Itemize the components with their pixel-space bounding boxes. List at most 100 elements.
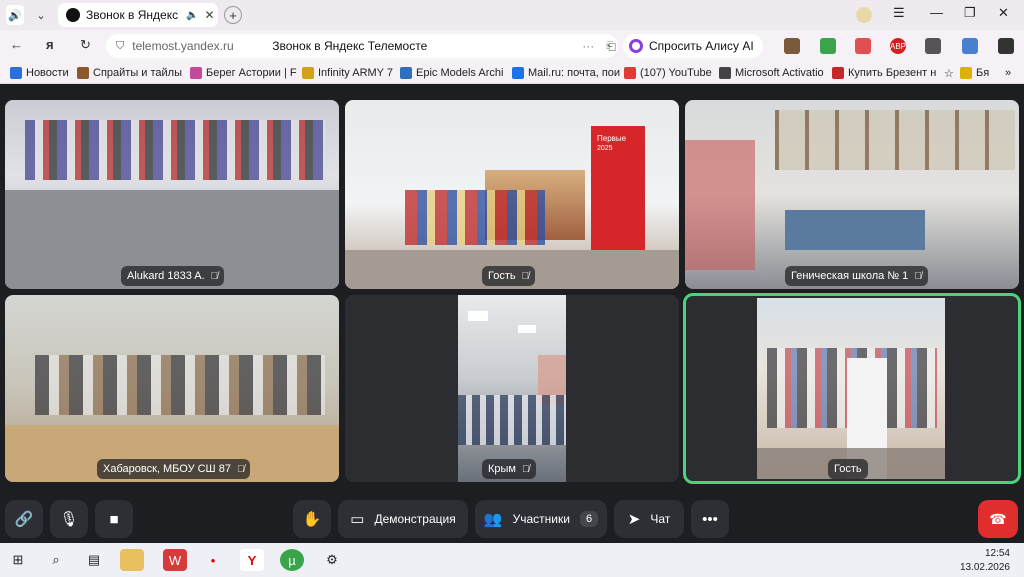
participant-name-badge: Гость xyxy=(828,459,868,479)
mic-muted-icon: 🎙̸ xyxy=(522,463,530,475)
bookmark-item[interactable]: Mail.ru: почта, пои xyxy=(512,66,620,80)
mic-muted-icon: 🎙̸ xyxy=(236,463,245,475)
minimize-icon[interactable]: — xyxy=(930,5,943,20)
bookmark-item[interactable]: Microsoft Activatio xyxy=(719,66,824,80)
yandex-browser-icon[interactable]: Y xyxy=(240,549,264,571)
bookmark-item[interactable]: Infinity ARMY 7 xyxy=(302,66,393,80)
banner-stand: Первые 2025 xyxy=(591,126,645,266)
bookmark-item[interactable]: Бя xyxy=(960,66,989,80)
chat-button[interactable]: ➤ Чат xyxy=(614,500,684,538)
windows-taskbar: ⊞ ⌕ ▤ W • Y µ ⚙ 12:54 13.02.2026 xyxy=(0,543,1024,577)
participant-video: Первые 2025 xyxy=(345,100,679,289)
bookmark-favicon-icon xyxy=(77,67,89,79)
end-call-button[interactable]: ☎ xyxy=(978,500,1018,538)
more-bookmarks-icon[interactable]: » xyxy=(1005,66,1011,80)
browser-menu-icon[interactable]: ☰ xyxy=(893,5,905,21)
raise-hand-button[interactable]: ✋ xyxy=(293,500,331,538)
extension-icon-5[interactable] xyxy=(925,38,941,54)
downloads-icon[interactable] xyxy=(998,38,1014,54)
restore-icon[interactable]: ❐ xyxy=(964,5,976,21)
wps-office-icon[interactable]: W xyxy=(163,549,187,571)
profile-avatar[interactable] xyxy=(856,7,872,23)
bookmark-item[interactable]: Купить Брезент н xyxy=(832,66,936,80)
bookmark-icon[interactable]: ⎗ xyxy=(606,39,616,54)
bookmark-item[interactable]: Спрайты и тайлы xyxy=(77,66,182,80)
address-bar[interactable]: ⛉ telemost.yandex.ru Звонок в Яндекс Тел… xyxy=(106,34,618,58)
participant-name: Гость xyxy=(834,463,862,475)
extension-icon-1[interactable] xyxy=(784,38,800,54)
shield-icon[interactable]: ⛉ xyxy=(116,40,124,53)
tabs-list-chevron-icon[interactable]: ⌄ xyxy=(32,5,50,25)
url-text[interactable]: telemost.yandex.ru xyxy=(132,39,272,53)
participant-name: Геническая школа № 1 xyxy=(791,270,909,282)
utorrent-icon[interactable]: µ xyxy=(280,549,304,571)
windows-start-icon[interactable]: ⊞ xyxy=(6,549,30,571)
participant-video xyxy=(685,100,1019,289)
app-icon[interactable]: • xyxy=(201,549,225,571)
participant-video xyxy=(458,295,566,482)
settings-gear-icon[interactable]: ⚙ xyxy=(320,549,344,571)
adblock-plus-icon[interactable]: ABP xyxy=(890,38,906,54)
bookmark-favicon-icon xyxy=(832,67,844,79)
participant-tile-active-speaker[interactable]: Гость xyxy=(683,293,1021,484)
search-icon[interactable]: ⌕ xyxy=(44,549,68,571)
screen-share-label: Демонстрация xyxy=(374,512,456,526)
bookmark-label: Microsoft Activatio xyxy=(735,67,824,79)
extension-icon-2[interactable] xyxy=(820,38,836,54)
file-explorer-icon[interactable] xyxy=(120,549,144,571)
page-title: Звонок в Яндекс Телемосте xyxy=(272,39,428,53)
bookmark-item[interactable]: (107) YouTube xyxy=(624,66,712,80)
bookmark-label: Mail.ru: почта, пои xyxy=(528,67,621,79)
participant-tile[interactable]: Крым 🎙̸ xyxy=(345,295,679,482)
bookmark-favicon-icon xyxy=(512,67,524,79)
microphone-toggle-button[interactable]: 🎙 xyxy=(50,500,88,538)
bookmark-label: Берег Астории | F xyxy=(206,67,297,79)
bookmark-label: Спрайты и тайлы xyxy=(93,67,182,79)
new-tab-button[interactable]: + xyxy=(224,6,242,24)
participant-name-badge: Гость 🎙̸ xyxy=(482,266,536,286)
close-window-icon[interactable]: ✕ xyxy=(998,5,1009,21)
system-clock[interactable]: 12:54 13.02.2026 xyxy=(960,547,1010,575)
tab-audio-icon[interactable]: 🔈 xyxy=(186,10,198,21)
extension-icon-6[interactable] xyxy=(962,38,978,54)
tab-telemost[interactable]: Звонок в Яндекс Теле 🔈 ✕ xyxy=(58,3,218,27)
speaker-icon[interactable]: 🔊 xyxy=(6,5,24,25)
participants-button[interactable]: 👥 Участники 6 xyxy=(475,500,607,538)
more-options-button[interactable]: ••• xyxy=(691,500,729,538)
task-view-icon[interactable]: ▤ xyxy=(82,549,106,571)
participant-tile[interactable]: Геническая школа № 1 🎙̸ xyxy=(685,100,1019,289)
banner-year: 2025 xyxy=(597,145,613,152)
bookmark-label: Купить Брезент н xyxy=(848,67,937,79)
reload-icon[interactable]: ↻ xyxy=(80,37,91,53)
participant-video xyxy=(5,100,339,289)
bookmark-favicon-icon xyxy=(10,67,22,79)
bookmark-star-icon[interactable]: ☆ xyxy=(944,66,954,80)
hand-icon: ✋ xyxy=(302,511,322,528)
ask-alice-button[interactable]: Спросить Алису AI xyxy=(623,34,763,58)
participant-video xyxy=(757,298,945,479)
yandex-logo-icon[interactable]: я xyxy=(46,37,54,52)
bookmark-favicon-icon xyxy=(400,67,412,79)
participant-name: Крым xyxy=(488,463,516,475)
participant-tile[interactable]: Первые 2025 Гость 🎙̸ xyxy=(345,100,679,289)
copy-link-button[interactable]: 🔗 xyxy=(5,500,43,538)
mic-muted-icon: 🎙̸ xyxy=(914,270,922,282)
more-dots-icon[interactable]: ··· xyxy=(582,39,594,53)
participant-name: Гость xyxy=(488,270,516,282)
participant-tile[interactable]: Alukard 1833 A. 🎙̸ xyxy=(5,100,339,289)
back-arrow-icon[interactable]: ← xyxy=(10,37,23,52)
navigation-bar: ← я ↻ ⛉ telemost.yandex.ru Звонок в Янде… xyxy=(0,30,1024,62)
bookmark-item[interactable]: Epic Models Archi xyxy=(400,66,503,80)
close-tab-icon[interactable]: ✕ xyxy=(204,8,214,22)
extension-icon-3[interactable] xyxy=(855,38,871,54)
bookmark-item[interactable]: Берег Астории | F xyxy=(190,66,297,80)
camera-toggle-button[interactable]: ■ xyxy=(95,500,133,538)
participant-tile[interactable]: Хабаровск, МБОУ СШ 87 🎙̸ xyxy=(5,295,339,482)
participant-name-badge: Alukard 1833 A. 🎙̸ xyxy=(121,266,225,286)
bookmark-favicon-icon xyxy=(624,67,636,79)
screen-share-button[interactable]: ▭ Демонстрация xyxy=(338,500,468,538)
bookmark-label: Epic Models Archi xyxy=(416,67,504,79)
bookmark-favicon-icon xyxy=(190,67,202,79)
bookmark-item[interactable]: Новости xyxy=(10,66,69,80)
participant-name: Alukard 1833 A. xyxy=(127,270,205,282)
